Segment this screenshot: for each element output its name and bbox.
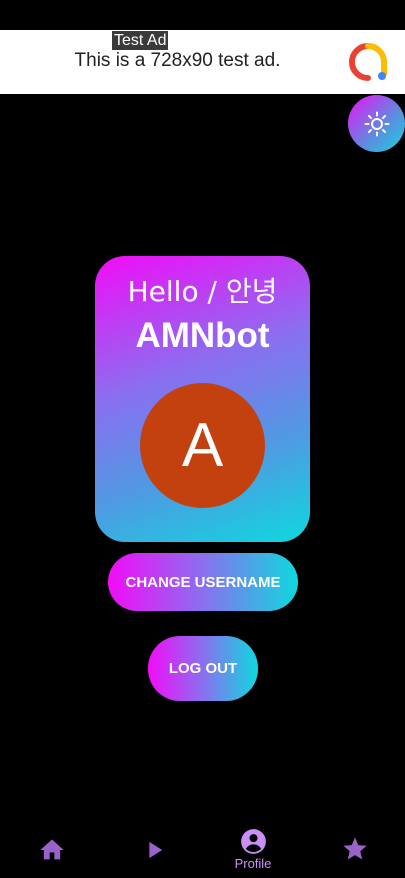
- nav-item-play[interactable]: [124, 820, 184, 878]
- nav-item-favorites[interactable]: [325, 820, 385, 878]
- play-icon: [149, 841, 163, 859]
- star-icon: [343, 837, 367, 860]
- admob-logo-icon: [349, 43, 387, 81]
- nav-label-profile: Profile: [234, 856, 272, 871]
- theme-toggle-button[interactable]: [348, 95, 405, 152]
- sun-icon: [364, 111, 389, 136]
- logout-button[interactable]: LOG OUT: [148, 636, 258, 701]
- bottom-nav: Profile: [0, 820, 405, 878]
- greeting-text: Hello / 안녕: [127, 275, 278, 308]
- nav-item-home[interactable]: [22, 820, 82, 878]
- ad-banner[interactable]: Test Ad This is a 728x90 test ad.: [0, 30, 405, 94]
- nav-item-profile[interactable]: Profile: [223, 820, 283, 878]
- change-username-button[interactable]: CHANGE USERNAME: [108, 553, 298, 611]
- username-text: AMNbot: [135, 316, 270, 355]
- ad-text: This is a 728x90 test ad.: [74, 50, 281, 71]
- profile-screen: Test Ad This is a 728x90 test ad. Hello …: [0, 0, 405, 878]
- home-icon: [40, 839, 64, 860]
- avatar: A: [140, 383, 265, 508]
- account-circle-icon: [240, 829, 266, 854]
- ad-tag: Test Ad: [112, 31, 169, 50]
- profile-card: Hello / 안녕 AMNbot A: [95, 256, 310, 542]
